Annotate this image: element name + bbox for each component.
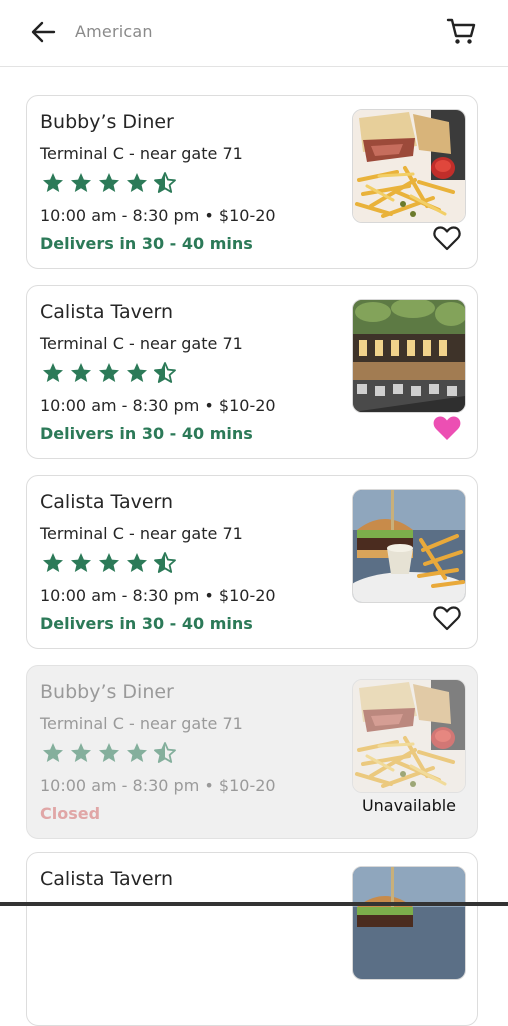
separator: • [204, 206, 214, 225]
restaurant-card[interactable]: Calista Tavern Terminal C - near gate 71… [26, 475, 478, 649]
star-full-icon [99, 363, 119, 382]
burger-fries-photo [352, 866, 466, 980]
restaurant-name: Bubby’s Diner [40, 681, 174, 703]
restaurant-location: Terminal C - near gate 71 [40, 714, 243, 733]
arrow-left-icon [31, 21, 56, 43]
heart-outline-icon [433, 226, 461, 251]
restaurant-location: Terminal C - near gate 71 [40, 144, 243, 163]
opening-hours: 10:00 am - 8:30 pm [40, 586, 200, 605]
star-full-icon [43, 363, 63, 382]
opening-hours: 10:00 am - 8:30 pm [40, 776, 200, 795]
delivery-time: Delivers in 30 - 40 mins [40, 234, 253, 253]
unavailable-label: Unavailable [361, 796, 457, 815]
separator: • [204, 776, 214, 795]
star-full-icon [71, 743, 91, 762]
heart-filled-icon [433, 416, 461, 440]
star-rating [41, 171, 181, 195]
price-range: $10-20 [218, 586, 276, 605]
star-full-icon [127, 363, 147, 382]
star-half-icon [154, 742, 176, 763]
star-full-icon [71, 173, 91, 192]
star-full-icon [127, 743, 147, 762]
restaurant-location: Terminal C - near gate 71 [40, 334, 243, 353]
sandwich-fries-photo [352, 109, 466, 223]
favorite-button[interactable] [432, 224, 462, 252]
delivery-time: Delivers in 30 - 40 mins [40, 614, 253, 633]
star-full-icon [127, 173, 147, 192]
cart-button[interactable] [445, 15, 477, 47]
restaurant-name: Calista Tavern [40, 301, 174, 323]
restaurant-card-unavailable[interactable]: Bubby’s Diner Terminal C - near gate 71 … [26, 665, 478, 839]
star-full-icon [99, 173, 119, 192]
star-half-icon [154, 362, 176, 383]
star-rating [41, 551, 181, 575]
star-half-icon [154, 552, 176, 573]
hours-and-price: 10:00 am - 8:30 pm • $10-20 [40, 396, 276, 415]
price-range: $10-20 [218, 776, 276, 795]
search-query[interactable]: American [75, 22, 153, 41]
restaurant-card[interactable]: Bubby’s Diner Terminal C - near gate 71 … [26, 95, 478, 269]
star-full-icon [43, 743, 63, 762]
price-range: $10-20 [218, 206, 276, 225]
star-full-icon [43, 173, 63, 192]
restaurant-name: Calista Tavern [40, 491, 174, 513]
opening-hours: 10:00 am - 8:30 pm [40, 396, 200, 415]
heart-outline-icon [433, 606, 461, 631]
sandwich-fries-photo [352, 679, 466, 793]
favorite-button[interactable] [432, 604, 462, 632]
closed-status: Closed [40, 804, 101, 823]
hours-and-price: 10:00 am - 8:30 pm • $10-20 [40, 206, 276, 225]
favorite-button[interactable] [432, 414, 462, 442]
restaurant-location: Terminal C - near gate 71 [40, 524, 243, 543]
burger-fries-photo [352, 489, 466, 603]
top-bar: American [0, 0, 508, 67]
shopping-cart-icon [446, 18, 476, 44]
star-full-icon [99, 553, 119, 572]
restaurant-name: Calista Tavern [40, 868, 174, 890]
star-full-icon [71, 363, 91, 382]
star-full-icon [71, 553, 91, 572]
restaurant-interior-photo [352, 299, 466, 413]
hours-and-price: 10:00 am - 8:30 pm • $10-20 [40, 586, 276, 605]
back-button[interactable] [28, 18, 58, 46]
star-rating [41, 741, 181, 765]
separator: • [204, 586, 214, 605]
delivery-time: Delivers in 30 - 40 mins [40, 424, 253, 443]
star-full-icon [43, 553, 63, 572]
opening-hours: 10:00 am - 8:30 pm [40, 206, 200, 225]
star-half-icon [154, 172, 176, 193]
restaurant-name: Bubby’s Diner [40, 111, 174, 133]
separator: • [204, 396, 214, 415]
price-range: $10-20 [218, 396, 276, 415]
restaurant-card[interactable]: Calista Tavern [26, 852, 478, 1026]
star-full-icon [99, 743, 119, 762]
hours-and-price: 10:00 am - 8:30 pm • $10-20 [40, 776, 276, 795]
star-full-icon [127, 553, 147, 572]
restaurant-card[interactable]: Calista Tavern Terminal C - near gate 71… [26, 285, 478, 459]
star-rating [41, 361, 181, 385]
bottom-edge [0, 902, 508, 906]
